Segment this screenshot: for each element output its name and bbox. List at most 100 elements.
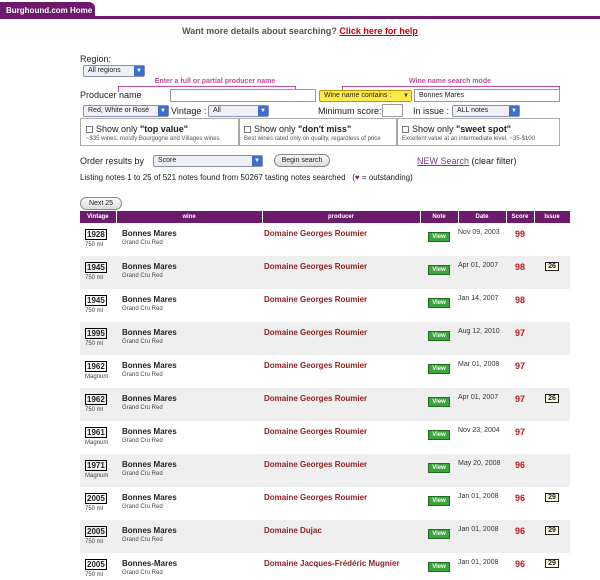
dont-miss-filter: Show only "don't miss" Best wines rated …	[238, 118, 398, 146]
view-note-button[interactable]: View	[428, 397, 450, 407]
producer-name[interactable]: Domaine Georges Roumier	[262, 229, 367, 238]
view-note-button[interactable]: View	[428, 496, 450, 506]
chevron-down-icon: ▼	[252, 156, 262, 166]
table-row: 1962 750 ml Bonnes Mares Grand Cru Red Domai…	[80, 388, 570, 421]
order-label: Order results by	[80, 156, 145, 166]
producer-cell: Domaine Georges Roumier	[262, 487, 420, 520]
vintage-select-value: All	[213, 107, 221, 114]
wine-cell: Bonnes Mares Grand Cru Red	[116, 223, 262, 256]
filter-prefix: Show only	[96, 124, 141, 134]
vintage-cell: 1971 Magnum	[80, 454, 116, 487]
wine-name: Bonnes Mares	[122, 427, 177, 436]
vintage-cell: 1945 750 ml	[80, 289, 116, 322]
vintage-select[interactable]: All ▼	[208, 105, 269, 117]
producer-cell: Domaine Jacques-Frédéric Mugnier	[262, 553, 420, 580]
header-score[interactable]: Score	[506, 211, 535, 223]
dont-miss-checkbox[interactable]	[244, 126, 251, 134]
order-select-value: Score	[158, 157, 177, 164]
bottle-size: 750 ml	[85, 407, 104, 413]
score-value: 98	[514, 262, 525, 272]
score-cell: 96	[506, 487, 534, 520]
wine-name-input[interactable]: Bonnes Mares	[414, 89, 560, 102]
note-cell: View	[420, 520, 458, 553]
issue-select-value: ALL notes	[457, 107, 489, 114]
home-tab[interactable]: Burghound.com Home	[0, 2, 95, 19]
header-wine[interactable]: wine	[116, 211, 263, 223]
vintage-cell: 1961 Magnum	[80, 421, 116, 454]
order-select[interactable]: Score ▼	[153, 155, 263, 167]
wine-name: Bonnes-Mares	[122, 559, 178, 568]
bottle-size: 750 ml	[85, 308, 104, 314]
score-cell: 96	[506, 553, 534, 580]
producer-input[interactable]	[170, 89, 316, 102]
vintage-label: Vintage :	[171, 106, 207, 116]
begin-search-button[interactable]: Begin search	[274, 154, 330, 167]
producer-name[interactable]: Domaine Georges Roumier	[262, 328, 367, 337]
vintage-cell: 1945 750 ml	[80, 256, 116, 289]
view-note-button[interactable]: View	[428, 298, 450, 308]
wine-cell: Bonnes Mares Grand Cru Red	[116, 520, 262, 553]
header-issue[interactable]: Issue	[534, 211, 571, 223]
help-banner: Want more details about searching? Click…	[0, 26, 600, 36]
producer-hint: Enter a full or partial producer name	[154, 78, 276, 85]
header-producer[interactable]: producer	[262, 211, 421, 223]
new-search-link[interactable]: NEW Search	[417, 156, 469, 166]
color-select[interactable]: Red, White or Rosé ▼	[83, 105, 169, 117]
view-note-button[interactable]: View	[428, 364, 450, 374]
issue-badge[interactable]: 29	[545, 493, 559, 502]
producer-name[interactable]: Domaine Georges Roumier	[262, 295, 367, 304]
score-value: 96	[514, 460, 525, 470]
color-select-value: Red, White or Rosé	[88, 107, 150, 114]
filter-prefix: Show only	[254, 124, 299, 134]
issue-cell: 26	[534, 256, 570, 289]
note-cell: View	[420, 355, 458, 388]
top-value-checkbox[interactable]	[86, 126, 93, 134]
header-date[interactable]: Date	[458, 211, 507, 223]
table-row: 1971 Magnum Bonnes Mares Grand Cru Red Domai…	[80, 454, 570, 487]
wine-mode-select[interactable]: Wine name contains : ▼	[319, 90, 412, 102]
sweet-spot-checkbox[interactable]	[402, 126, 409, 134]
view-note-button[interactable]: View	[428, 463, 450, 473]
min-score-input[interactable]	[382, 104, 403, 117]
producer-name[interactable]: Domaine Georges Roumier	[262, 262, 367, 271]
issue-cell: 29	[534, 487, 570, 520]
producer-name[interactable]: Domaine Jacques-Frédéric Mugnier	[262, 559, 400, 568]
table-row: 1945 750 ml Bonnes Mares Grand Cru Red Domai…	[80, 256, 570, 289]
view-note-button[interactable]: View	[428, 331, 450, 341]
issue-cell	[534, 421, 570, 454]
producer-name[interactable]: Domaine Georges Roumier	[262, 394, 367, 403]
issue-badge[interactable]: 26	[545, 262, 559, 271]
next-25-button[interactable]: Next 25	[80, 197, 122, 210]
vintage-value: 1945	[85, 262, 107, 273]
issue-cell	[534, 223, 570, 256]
wine-name: Bonnes Mares	[122, 394, 177, 403]
wine-cell: Bonnes Mares Grand Cru Red	[116, 289, 262, 322]
filter-description: ~$35 wines; mostly Bourgogne and Village…	[86, 136, 220, 142]
producer-name[interactable]: Domaine Georges Roumier	[262, 427, 367, 436]
issue-badge[interactable]: 26	[545, 394, 559, 403]
vintage-value: 1962	[85, 394, 107, 405]
issue-badge[interactable]: 29	[545, 526, 559, 535]
help-link[interactable]: Click here for help	[339, 26, 418, 36]
score-cell: 96	[506, 454, 534, 487]
view-note-button[interactable]: View	[428, 562, 450, 572]
producer-name[interactable]: Domaine Dujac	[262, 526, 322, 535]
producer-name[interactable]: Domaine Georges Roumier	[262, 493, 367, 502]
view-note-button[interactable]: View	[428, 265, 450, 275]
top-nav-bar: Burghound.com Home	[0, 0, 600, 19]
table-row: 2005 750 ml Bonnes Mares Grand Cru Red Domai…	[80, 487, 570, 520]
region-select-value: All regions	[88, 67, 121, 74]
issue-badge[interactable]: 29	[545, 559, 559, 568]
view-note-button[interactable]: View	[428, 232, 450, 242]
producer-name[interactable]: Domaine Georges Roumier	[262, 361, 367, 370]
header-vintage[interactable]: Vintage	[80, 211, 117, 223]
date-cell: Nov 23, 2004	[458, 421, 506, 454]
region-select[interactable]: All regions ▼	[83, 65, 145, 77]
table-row: 1995 750 ml Bonnes Mares Grand Cru Red Domai…	[80, 322, 570, 355]
view-note-button[interactable]: View	[428, 430, 450, 440]
score-value: 97	[514, 427, 525, 437]
producer-name[interactable]: Domaine Georges Roumier	[262, 460, 367, 469]
issue-select[interactable]: ALL notes ▼	[452, 105, 520, 117]
view-note-button[interactable]: View	[428, 529, 450, 539]
score-cell: 97	[506, 355, 534, 388]
